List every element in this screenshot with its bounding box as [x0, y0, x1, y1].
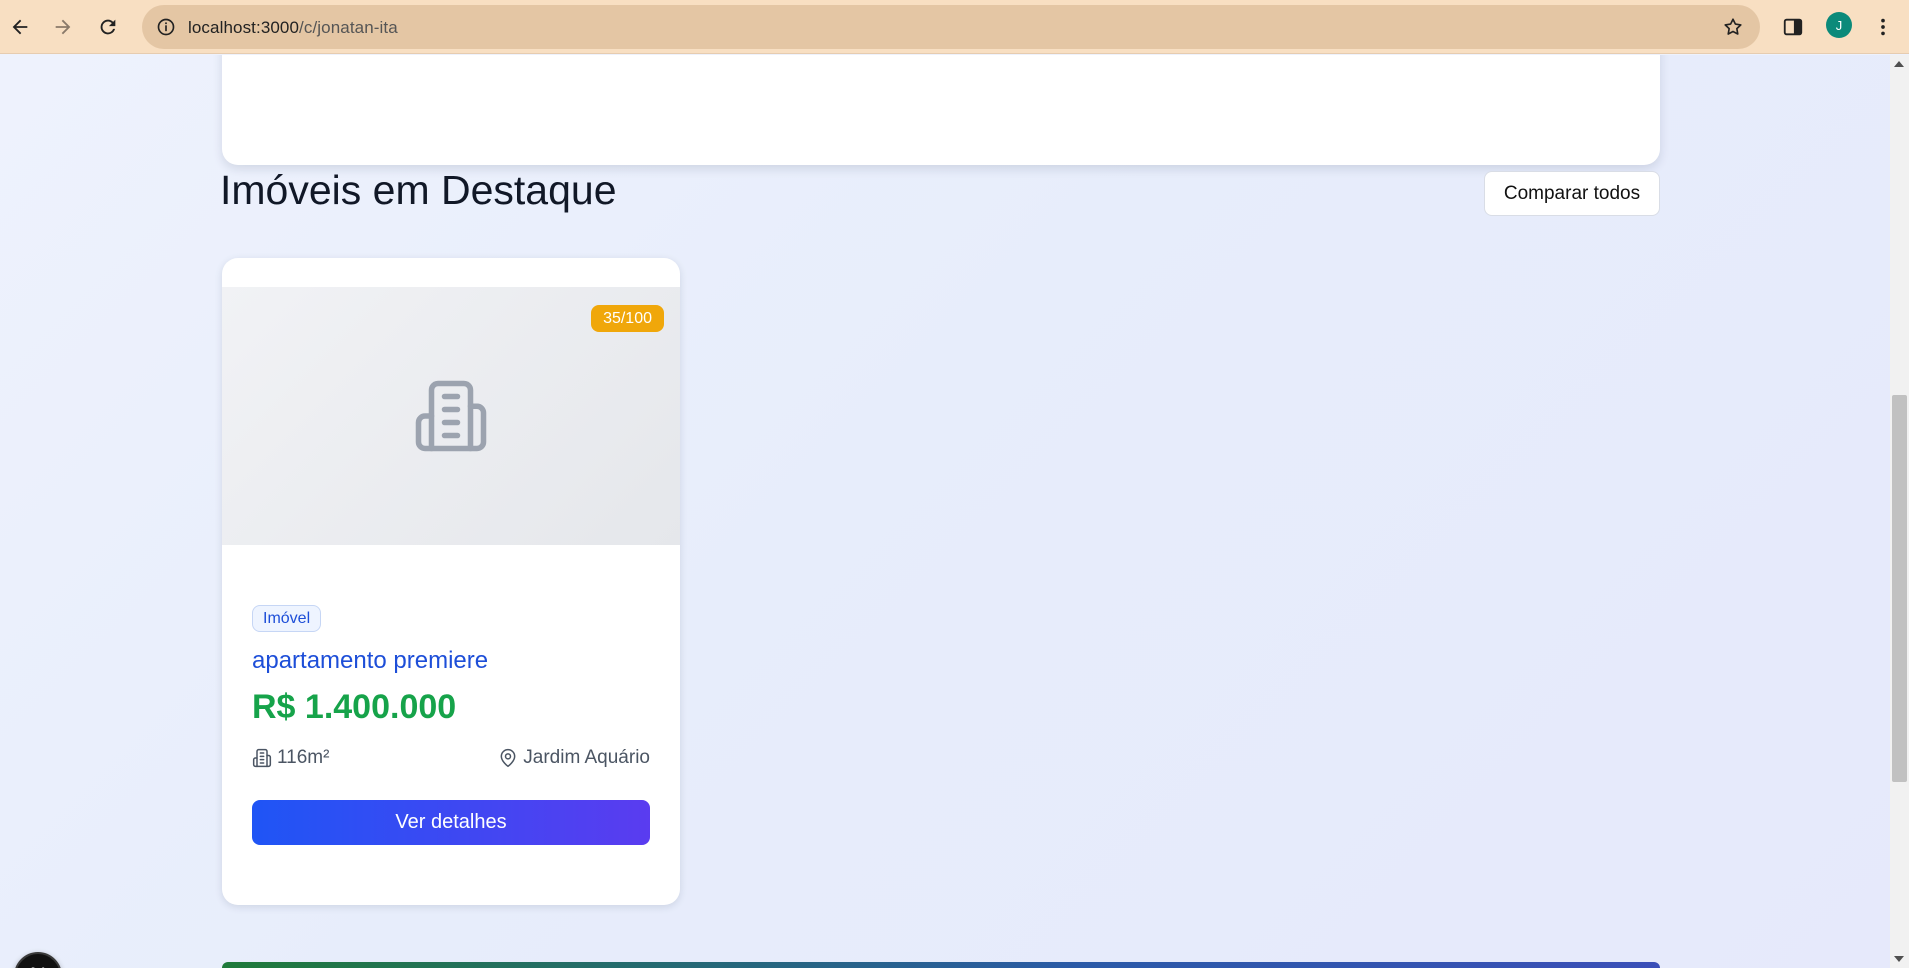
- site-info-button[interactable]: [150, 11, 182, 43]
- next-section-edge: [222, 962, 1660, 968]
- forward-button[interactable]: [45, 9, 81, 45]
- scroll-down-arrow-icon[interactable]: [1894, 956, 1904, 962]
- address-bar[interactable]: localhost:3000/c/jonatan-ita: [142, 5, 1760, 49]
- building-icon: [415, 380, 487, 452]
- building-small-icon: [252, 748, 272, 768]
- scrollbar-thumb[interactable]: [1892, 395, 1907, 782]
- property-meta: 116m² Jardim Aquário: [252, 747, 650, 771]
- previous-section-card: [222, 55, 1660, 165]
- property-area: 116m²: [252, 747, 329, 769]
- browser-menu-button[interactable]: [1870, 12, 1896, 42]
- property-location-value: Jardim Aquário: [523, 747, 650, 768]
- back-button[interactable]: [2, 9, 38, 45]
- page-scrollbar[interactable]: [1890, 55, 1909, 968]
- nextjs-dev-indicator[interactable]: N: [14, 952, 62, 968]
- star-icon: [1724, 18, 1742, 35]
- arrow-right-icon: [55, 19, 71, 35]
- property-title[interactable]: apartamento premiere: [252, 647, 488, 675]
- arrow-left-icon: [12, 19, 28, 35]
- profile-avatar[interactable]: J: [1826, 12, 1852, 38]
- property-card: 35/100 Imóvel apartamento premiere R$ 1.…: [222, 258, 680, 905]
- side-panel-button[interactable]: [1778, 12, 1808, 42]
- page-viewport: Imóveis em Destaque Comparar todos 35/10…: [0, 55, 1890, 968]
- info-icon: [157, 18, 175, 36]
- property-location: Jardim Aquário: [498, 747, 650, 769]
- property-area-value: 116m²: [277, 747, 330, 768]
- section-title: Imóveis em Destaque: [220, 167, 617, 213]
- compare-all-button[interactable]: Comparar todos: [1484, 171, 1660, 216]
- browser-toolbar: localhost:3000/c/jonatan-ita J: [0, 0, 1909, 54]
- view-details-button[interactable]: Ver detalhes: [252, 800, 650, 845]
- url-host: localhost:3000: [188, 18, 300, 37]
- property-image-placeholder: 35/100: [222, 287, 680, 545]
- side-panel-icon: [1783, 18, 1803, 36]
- scroll-up-arrow-icon[interactable]: [1894, 61, 1904, 67]
- bookmark-button[interactable]: [1718, 12, 1748, 42]
- map-pin-icon: [500, 748, 516, 768]
- url-text: localhost:3000/c/jonatan-ita: [188, 18, 398, 38]
- reload-button[interactable]: [90, 9, 126, 45]
- score-badge: 35/100: [591, 305, 664, 332]
- reload-icon: [100, 19, 116, 35]
- kebab-menu-icon: [1881, 18, 1885, 36]
- property-type-badge: Imóvel: [252, 605, 322, 632]
- property-price: R$ 1.400.000: [252, 688, 457, 726]
- url-path: /c/jonatan-ita: [299, 18, 398, 37]
